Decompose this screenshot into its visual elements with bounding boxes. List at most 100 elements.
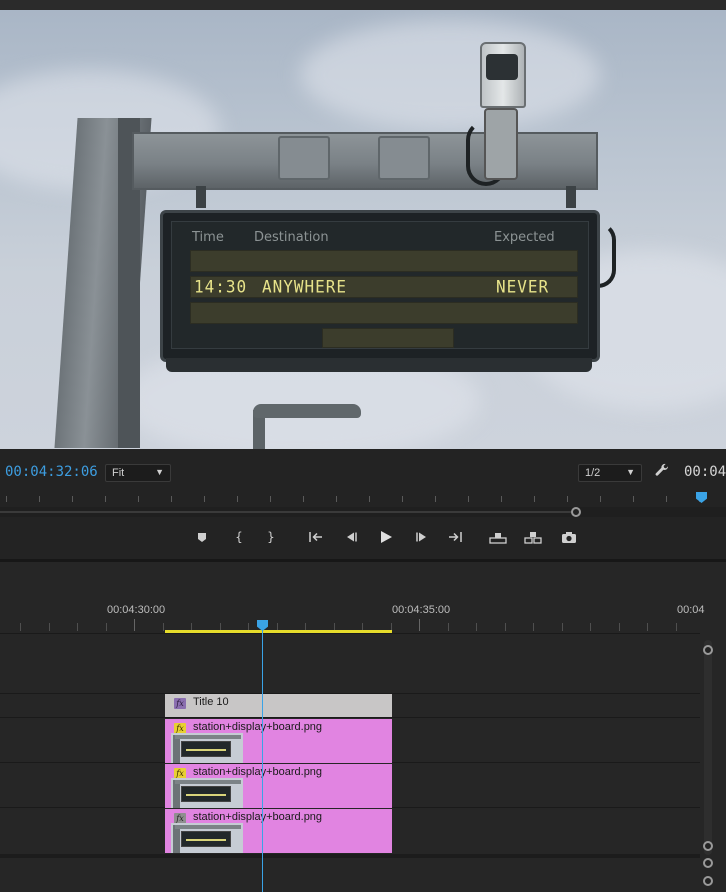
camera-icon bbox=[562, 531, 576, 543]
transport-controls: { } bbox=[0, 522, 726, 552]
ruler-tick bbox=[6, 496, 7, 502]
beam-junction-box bbox=[378, 136, 430, 180]
play-icon bbox=[381, 531, 392, 543]
lamp-head bbox=[253, 404, 361, 418]
ruler-tick bbox=[534, 496, 535, 502]
mark-out-icon: } bbox=[267, 530, 275, 544]
board-base bbox=[166, 358, 592, 372]
clip-label: station+display+board.png bbox=[193, 811, 323, 823]
ruler-tick bbox=[72, 496, 73, 502]
video-clip[interactable]: fx station+display+board.png bbox=[165, 764, 392, 808]
wrench-icon[interactable] bbox=[654, 463, 670, 479]
timeline-vertical-scrollbar[interactable] bbox=[704, 640, 712, 855]
ruler-tick bbox=[237, 496, 238, 502]
lift-icon bbox=[489, 532, 507, 544]
zoom-scrollbar-handle[interactable] bbox=[571, 507, 581, 517]
playback-resolution-select[interactable]: 1/2 ▼ bbox=[578, 464, 642, 482]
mark-out-button[interactable]: } bbox=[262, 528, 280, 546]
ruler-tick bbox=[666, 496, 667, 502]
camera-mount bbox=[484, 108, 518, 180]
board-row-destination: ANYWHERE bbox=[262, 276, 348, 297]
ruler-tick bbox=[336, 496, 337, 502]
scrollbar-handle[interactable] bbox=[703, 876, 713, 886]
board-panel: Time Destination Expected 14:30 ANYWHERE… bbox=[171, 221, 589, 349]
ruler-tick bbox=[106, 623, 107, 631]
ruler-tick bbox=[419, 619, 420, 631]
board-row-time: 14:30 bbox=[194, 276, 248, 297]
clip-thumbnail bbox=[171, 823, 243, 853]
go-to-in-icon bbox=[309, 532, 322, 542]
ruler-tick bbox=[567, 496, 568, 502]
playhead-timecode[interactable]: 00:04:32:06 bbox=[5, 464, 98, 480]
chevron-down-icon: ▼ bbox=[626, 467, 635, 477]
board-header-expected: Expected bbox=[494, 230, 555, 245]
board-row-expected: NEVER bbox=[496, 276, 550, 297]
led-row-empty bbox=[190, 250, 578, 272]
video-clip[interactable]: fx station+display+board.png bbox=[165, 809, 392, 853]
ruler-tick bbox=[501, 496, 502, 502]
scrollbar-handle[interactable] bbox=[703, 858, 713, 868]
ruler-tick bbox=[163, 623, 164, 631]
clip-thumbnail bbox=[171, 733, 243, 763]
mark-in-button[interactable]: { bbox=[230, 528, 248, 546]
beam-junction-box bbox=[278, 136, 330, 180]
clip-label: Title 10 bbox=[193, 696, 229, 708]
cloud bbox=[300, 20, 600, 130]
ruler-tick bbox=[303, 496, 304, 502]
step-forward-button[interactable] bbox=[413, 528, 431, 546]
title-clip[interactable]: fx Title 10 bbox=[165, 694, 392, 717]
board-header-time: Time bbox=[192, 230, 224, 245]
ruler-tick bbox=[49, 623, 50, 631]
ruler-baseline bbox=[0, 633, 700, 634]
go-to-in-button[interactable] bbox=[307, 528, 325, 546]
monitor-time-ruler[interactable] bbox=[0, 490, 726, 504]
ruler-tick bbox=[435, 496, 436, 502]
play-button[interactable] bbox=[377, 528, 395, 546]
monitor-zoom-scrollbar[interactable] bbox=[0, 507, 726, 517]
go-to-out-button[interactable] bbox=[446, 528, 464, 546]
track-divider-audio[interactable] bbox=[0, 854, 700, 858]
export-frame-button[interactable] bbox=[560, 528, 578, 546]
ruler-tick bbox=[138, 496, 139, 502]
mark-in-icon: { bbox=[235, 530, 243, 544]
clip-label: station+display+board.png bbox=[193, 721, 323, 733]
step-back-button[interactable] bbox=[342, 528, 360, 546]
scrollbar-handle-bottom[interactable] bbox=[703, 841, 713, 851]
extract-button[interactable] bbox=[524, 528, 542, 546]
zoom-level-select[interactable]: Fit ▼ bbox=[105, 464, 171, 482]
step-forward-icon bbox=[416, 532, 426, 542]
ruler-tick bbox=[476, 623, 477, 631]
video-clip[interactable]: fx station+display+board.png bbox=[165, 719, 392, 763]
lift-button[interactable] bbox=[489, 528, 507, 546]
ruler-tick bbox=[600, 496, 601, 502]
ruler-tick bbox=[270, 496, 271, 502]
led-status-row bbox=[322, 328, 454, 348]
ruler-tick bbox=[77, 623, 78, 631]
track-separator bbox=[0, 717, 700, 718]
sign-beam bbox=[132, 132, 598, 190]
camera-lens bbox=[486, 54, 518, 80]
clip-label: station+display+board.png bbox=[193, 766, 323, 778]
ruler-tick bbox=[171, 496, 172, 502]
ruler-tick bbox=[633, 496, 634, 502]
extract-icon bbox=[524, 531, 542, 544]
add-marker-button[interactable] bbox=[193, 528, 211, 546]
ruler-tick bbox=[619, 623, 620, 631]
board-bracket bbox=[566, 186, 576, 208]
ruler-label: 00:04 bbox=[677, 604, 705, 616]
ruler-tick bbox=[204, 496, 205, 502]
scrollbar-handle-top[interactable] bbox=[703, 645, 713, 655]
ruler-tick bbox=[676, 623, 677, 631]
ruler-tick bbox=[533, 623, 534, 631]
marker-icon bbox=[198, 532, 206, 542]
ruler-label: 00:04:35:00 bbox=[392, 604, 451, 616]
ruler-tick bbox=[20, 623, 21, 631]
ruler-tick bbox=[562, 623, 563, 631]
playback-resolution-value: 1/2 bbox=[585, 467, 601, 479]
ruler-label: 00:04:30:00 bbox=[107, 604, 166, 616]
ruler-tick bbox=[369, 496, 370, 502]
ruler-tick bbox=[39, 496, 40, 502]
chevron-down-icon: ▼ bbox=[155, 467, 164, 477]
fx-badge-icon: fx bbox=[174, 698, 186, 709]
timeline-playhead-line[interactable] bbox=[262, 630, 263, 892]
